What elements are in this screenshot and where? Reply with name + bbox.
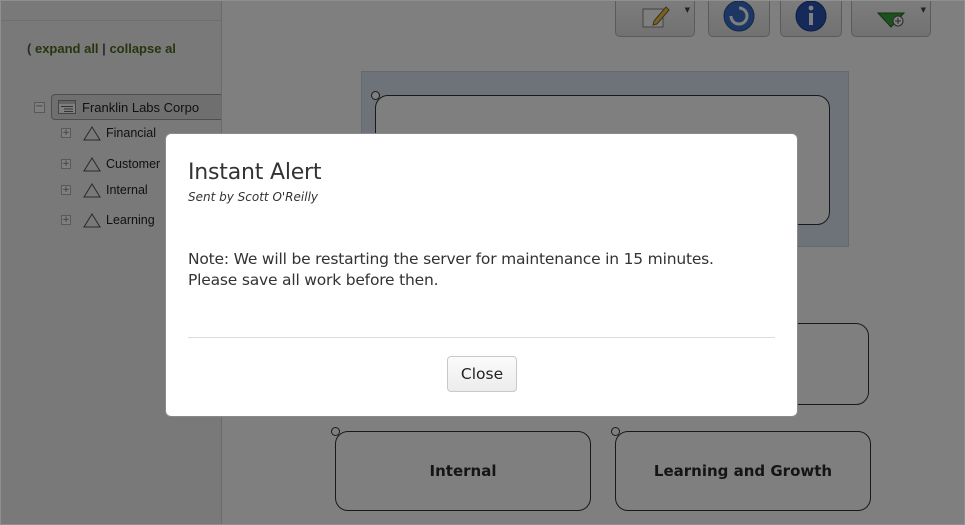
message-line: Note: We will be restarting the server f… bbox=[188, 250, 714, 268]
dialog-divider bbox=[188, 337, 775, 338]
dialog-sender: Sent by Scott O'Reilly bbox=[188, 190, 319, 204]
close-button[interactable]: Close bbox=[447, 356, 517, 392]
dialog-message: Note: We will be restarting the server f… bbox=[188, 249, 788, 291]
dialog-title: Instant Alert bbox=[188, 160, 322, 185]
message-line: Please save all work before then. bbox=[188, 271, 439, 289]
instant-alert-dialog: Instant Alert Sent by Scott O'Reilly Not… bbox=[165, 133, 798, 417]
app-window: ( expand all | collapse al − Franklin La… bbox=[0, 0, 965, 525]
